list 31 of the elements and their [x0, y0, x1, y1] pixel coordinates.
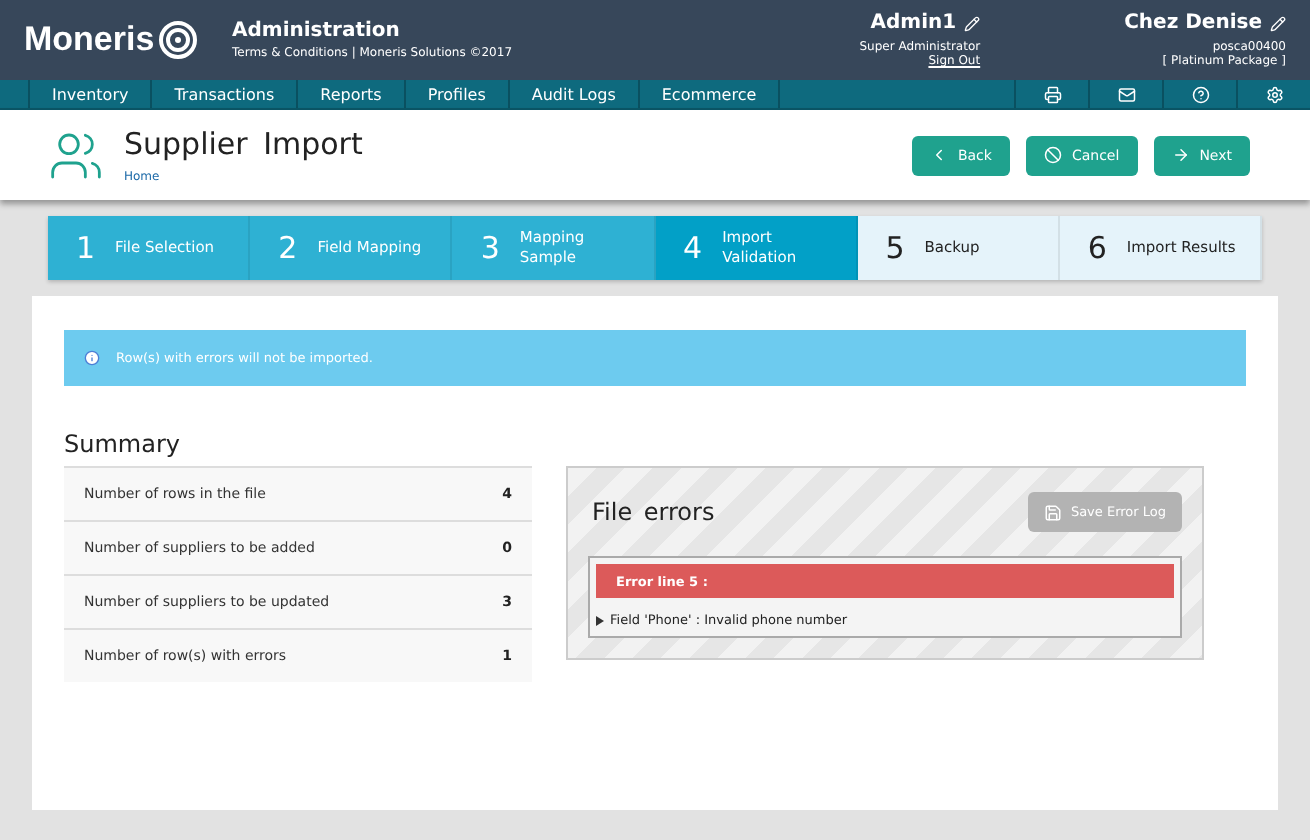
step-number: 5: [885, 230, 905, 266]
nav-item[interactable]: Reports: [296, 80, 404, 108]
step-number: 6: [1087, 230, 1107, 266]
printer-icon: [1043, 85, 1061, 103]
nav-item[interactable]: Ecommerce: [637, 80, 779, 108]
nav-item[interactable]: Inventory: [28, 80, 151, 108]
help-icon: [1191, 85, 1209, 103]
summary-title: Summary: [64, 430, 182, 458]
nav-item[interactable]: Profiles: [403, 80, 508, 108]
step-number: 3: [480, 230, 500, 266]
save-icon: [1044, 503, 1063, 521]
logo-text: Moneris: [24, 20, 155, 60]
edit-icon[interactable]: [1270, 15, 1286, 31]
page-title: Supplier Import: [124, 126, 363, 162]
logo-swirl-icon: [158, 20, 199, 60]
file-errors-title: File errors: [590, 498, 715, 526]
step-number: 4: [683, 230, 703, 266]
nav-item[interactable]: Transactions: [150, 80, 297, 108]
store-name: Chez Denise: [1124, 12, 1262, 34]
mail-icon: [1117, 85, 1135, 103]
step-number: 1: [76, 230, 96, 266]
triangle-right-icon[interactable]: [596, 615, 604, 625]
user-name: Admin1: [870, 12, 957, 34]
section-title: Administration: [232, 20, 402, 42]
edit-icon[interactable]: [964, 15, 981, 31]
settings-icon: [1265, 85, 1283, 103]
nav-item[interactable]: Audit Logs: [507, 80, 638, 108]
arrow-right-icon: [1171, 146, 1190, 164]
step-number: 2: [278, 230, 298, 266]
info-icon: [84, 350, 100, 366]
cancel-icon: [1043, 146, 1062, 164]
